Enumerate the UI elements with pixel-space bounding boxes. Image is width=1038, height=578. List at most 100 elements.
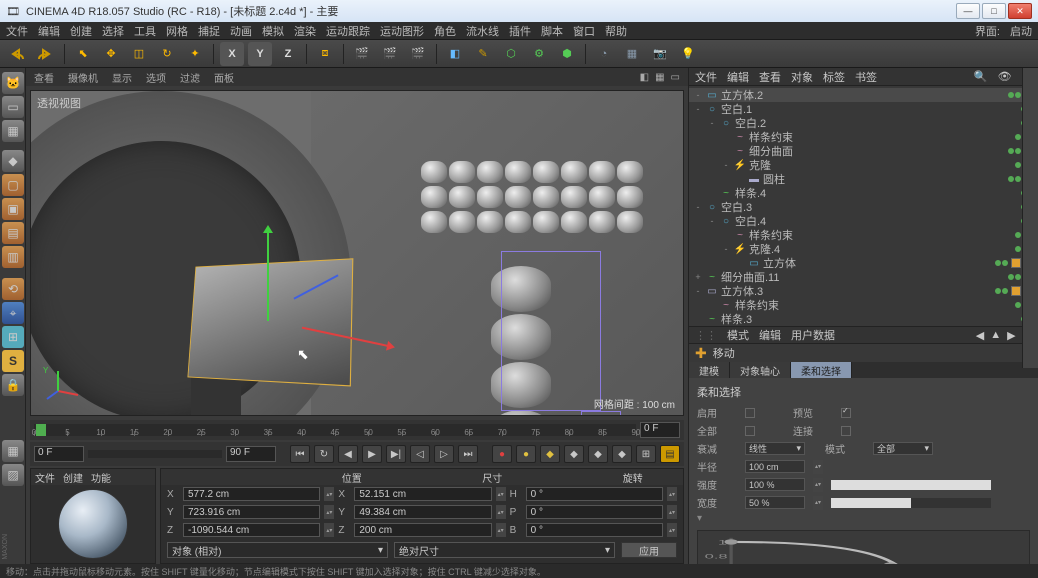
- visibility-dots[interactable]: [1008, 176, 1021, 182]
- poly-mode-icon[interactable]: ▣: [2, 198, 24, 220]
- tree-row[interactable]: ~ 细分曲面 ✕: [689, 144, 1038, 158]
- attr-tab[interactable]: 建模: [689, 362, 730, 378]
- pen-icon[interactable]: ✎: [471, 42, 495, 66]
- mode-select[interactable]: 全部▾: [873, 442, 933, 455]
- axis-z-icon[interactable]: Z: [276, 42, 300, 66]
- undo-icon[interactable]: [6, 42, 30, 66]
- tree-row[interactable]: ~ 样条.4: [689, 186, 1038, 200]
- menu-运动跟踪[interactable]: 运动跟踪: [326, 23, 370, 39]
- size-Z-input[interactable]: 200 cm: [354, 523, 491, 537]
- locked-icon[interactable]: 🔒: [2, 374, 24, 396]
- attr-prev-icon[interactable]: ◀: [976, 329, 984, 342]
- menu-插件[interactable]: 插件: [509, 23, 531, 39]
- all-checkbox[interactable]: [745, 426, 755, 436]
- menu-动画[interactable]: 动画: [230, 23, 252, 39]
- env-icon[interactable]: ◔: [592, 42, 616, 66]
- axis-x-icon[interactable]: X: [220, 42, 244, 66]
- tree-row[interactable]: - ⚡ 克隆: [689, 158, 1038, 172]
- next-key-button[interactable]: ▷: [434, 445, 454, 463]
- layout-value[interactable]: 启动: [1010, 23, 1032, 39]
- visibility-dots[interactable]: [1015, 232, 1021, 238]
- menu-流水线[interactable]: 流水线: [466, 23, 499, 39]
- render-icon[interactable]: 🎬: [350, 42, 374, 66]
- menu-渲染[interactable]: 渲染: [294, 23, 316, 39]
- tree-row[interactable]: - ▭ 立方体.2: [689, 88, 1038, 102]
- workplane-icon[interactable]: ⊞: [2, 326, 24, 348]
- nurbs-icon[interactable]: ⬡: [499, 42, 523, 66]
- select-icon[interactable]: ⬉: [71, 42, 95, 66]
- right-dock-tabs[interactable]: [1022, 68, 1038, 368]
- strength-slider[interactable]: [831, 480, 991, 490]
- obj-menu[interactable]: 标签: [823, 69, 845, 85]
- coord-sys-icon[interactable]: ⧈: [313, 42, 337, 66]
- grid-a-icon[interactable]: ▦: [2, 440, 24, 462]
- key-pos-button[interactable]: ◆: [540, 445, 560, 463]
- menu-捕捉[interactable]: 捕捉: [198, 23, 220, 39]
- visibility-dots[interactable]: [1008, 92, 1021, 98]
- visibility-dots[interactable]: [995, 288, 1008, 294]
- attr-add-icon[interactable]: ✚: [695, 345, 707, 362]
- object-mode-icon[interactable]: ▭: [2, 96, 24, 118]
- rotate-icon[interactable]: ↻: [155, 42, 179, 66]
- end-frame-display[interactable]: 0 F: [640, 422, 680, 438]
- attr-menu[interactable]: 模式: [727, 327, 749, 343]
- size-mode-select[interactable]: 绝对尺寸▾: [394, 542, 615, 558]
- menu-窗口[interactable]: 窗口: [573, 23, 595, 39]
- light-icon[interactable]: 📷: [648, 42, 672, 66]
- texture-mode-icon[interactable]: ▦: [2, 120, 24, 142]
- deformer-icon[interactable]: ⬢: [555, 42, 579, 66]
- render-region-icon[interactable]: 🎬: [378, 42, 402, 66]
- key-param-button[interactable]: ◆: [612, 445, 632, 463]
- visibility-dots[interactable]: [1015, 246, 1021, 252]
- viewport[interactable]: ⬉ 透视视图 网格间距 : 100 cm Y: [30, 90, 684, 416]
- obj-menu[interactable]: 编辑: [727, 69, 749, 85]
- key-rot-button[interactable]: ◆: [588, 445, 608, 463]
- menu-脚本[interactable]: 脚本: [541, 23, 563, 39]
- material-preview[interactable]: [58, 489, 128, 559]
- falloff-graph[interactable]: 1 0.8 0.6 0.4 0.2 0 0.2 0.4 0.6 0.8 1: [697, 530, 1030, 564]
- prev-key-button[interactable]: ◁: [410, 445, 430, 463]
- mat-menu[interactable]: 文件: [35, 470, 55, 485]
- menu-角色[interactable]: 角色: [434, 23, 456, 39]
- menu-选择[interactable]: 选择: [102, 23, 124, 39]
- model-mode-icon[interactable]: 🐱: [2, 72, 24, 94]
- tree-row[interactable]: - ⚡ 克隆.4: [689, 242, 1038, 256]
- falloff-select[interactable]: 线性▾: [745, 442, 805, 455]
- tree-row[interactable]: ~ 样条.3: [689, 312, 1038, 326]
- gizmo-y-axis[interactable]: [267, 231, 269, 321]
- enable-checkbox[interactable]: [745, 408, 755, 418]
- next-frame-button[interactable]: ▶|: [386, 445, 406, 463]
- generator-icon[interactable]: ⚙: [527, 42, 551, 66]
- strength-input[interactable]: 100 %: [745, 478, 805, 491]
- loop-button[interactable]: ↻: [314, 445, 334, 463]
- tree-row[interactable]: - ○ 空白.4: [689, 214, 1038, 228]
- size-X-input[interactable]: 52.151 cm: [354, 487, 491, 501]
- visibility-dots[interactable]: [1015, 134, 1021, 140]
- wire-checkbox[interactable]: [841, 426, 851, 436]
- tree-row[interactable]: ~ 样条约束: [689, 130, 1038, 144]
- camera-icon[interactable]: ▦: [620, 42, 644, 66]
- tree-row[interactable]: + ~ 细分曲面.11: [689, 270, 1038, 284]
- visibility-dots[interactable]: [1008, 148, 1021, 154]
- obj-eye-icon[interactable]: 👁: [998, 70, 1012, 83]
- apply-button[interactable]: 应用: [621, 542, 677, 558]
- grid-b-icon[interactable]: ▨: [2, 464, 24, 486]
- menu-创建[interactable]: 创建: [70, 23, 92, 39]
- tree-row[interactable]: - ○ 空白.3: [689, 200, 1038, 214]
- vp-menu-显示[interactable]: 显示: [112, 70, 132, 85]
- minimize-button[interactable]: —: [956, 3, 980, 19]
- record-button[interactable]: ●: [492, 445, 512, 463]
- object-tree[interactable]: - ▭ 立方体.2 - ○ 空白.1 - ○ 空白.2 ~ 样条约束 ~ 细分曲…: [689, 86, 1038, 326]
- visibility-dots[interactable]: [1008, 274, 1021, 280]
- goto-start-button[interactable]: ⏮: [290, 445, 310, 463]
- tree-row[interactable]: ~ 样条约束: [689, 228, 1038, 242]
- tag-icon[interactable]: [1011, 258, 1021, 268]
- tree-row[interactable]: ▬ 圆柱 ✕: [689, 172, 1038, 186]
- obj-menu[interactable]: 查看: [759, 69, 781, 85]
- radius-input[interactable]: 100 cm: [745, 460, 805, 473]
- obj-menu[interactable]: 书签: [855, 69, 877, 85]
- coord-mode-select[interactable]: 对象 (相对)▾: [167, 542, 388, 558]
- attr-next-icon[interactable]: ▶: [1007, 329, 1015, 342]
- mat-menu[interactable]: 创建: [63, 470, 83, 485]
- edge-mode-icon[interactable]: ▢: [2, 174, 24, 196]
